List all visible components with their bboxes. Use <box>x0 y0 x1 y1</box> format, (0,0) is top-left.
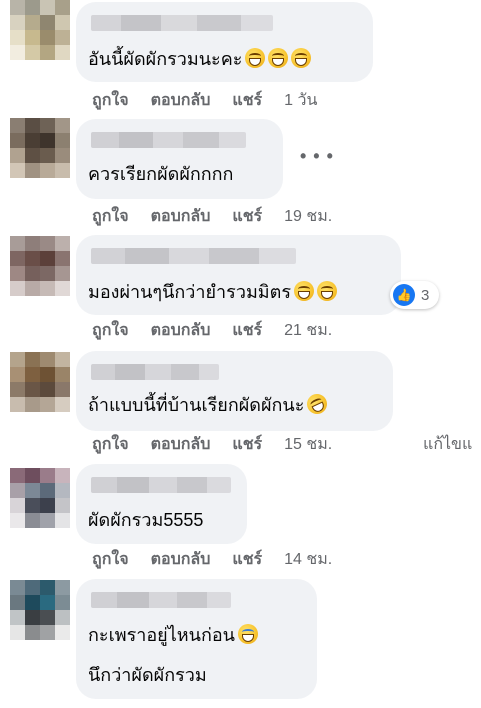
comment-actions: ถูกใจ ตอบกลับ แชร์ 1 วัน <box>92 90 317 112</box>
share-link[interactable]: แชร์ <box>232 436 262 453</box>
timestamp[interactable]: 14 ชม. <box>284 551 332 568</box>
comment-bubble: กะเพราอยู่ไหนก่อน นึกว่าผัดผักรวม <box>76 579 317 699</box>
edit-history-link[interactable]: แก้ไขแ <box>423 434 472 456</box>
reaction-count: 3 <box>421 286 430 304</box>
comment-actions: ถูกใจ ตอบกลับ แชร์ 19 ชม. <box>92 206 332 228</box>
comment-bubble: ผัดผักรวม5555 <box>76 464 247 544</box>
like-link[interactable]: ถูกใจ <box>92 436 129 453</box>
comment-actions: ถูกใจ ตอบกลับ แชร์ 21 ชม. <box>92 320 332 342</box>
reply-link[interactable]: ตอบกลับ <box>151 92 211 109</box>
avatar[interactable] <box>10 468 70 528</box>
avatar[interactable] <box>10 236 70 296</box>
author-name-blurred[interactable] <box>91 132 246 148</box>
author-name-blurred[interactable] <box>91 15 273 31</box>
comment-text: ผัดผักรวม5555 <box>88 510 204 530</box>
grin-icon <box>294 281 315 301</box>
avatar[interactable] <box>10 118 70 178</box>
comment-actions: ถูกใจ ตอบกลับ แชร์ 14 ชม. <box>92 549 332 571</box>
comment-text-line-2: นึกว่าผัดผักรวม <box>88 665 207 685</box>
laugh-cry-icon <box>237 624 258 644</box>
timestamp[interactable]: 1 วัน <box>284 92 317 109</box>
comment-bubble: ควรเรียกผัดผักกกก <box>76 119 283 199</box>
comment-actions: ถูกใจ ตอบกลับ แชร์ 15 ชม. แก้ไขแ <box>92 434 481 456</box>
grin-icon <box>291 48 312 68</box>
comment-text: อันนี้ผัดผักรวมนะคะ <box>88 48 312 70</box>
like-link[interactable]: ถูกใจ <box>92 322 129 339</box>
like-link[interactable]: ถูกใจ <box>92 208 129 225</box>
reaction-summary[interactable]: 👍 3 <box>390 281 440 309</box>
reply-link[interactable]: ตอบกลับ <box>151 551 211 568</box>
avatar[interactable] <box>10 580 70 640</box>
comment-bubble: มองผ่านๆนึกว่ายำรวมมิตร <box>76 235 401 315</box>
share-link[interactable]: แชร์ <box>232 92 262 109</box>
share-link[interactable]: แชร์ <box>232 551 262 568</box>
reply-link[interactable]: ตอบกลับ <box>151 208 211 225</box>
comment-text: ถ้าแบบนี้ที่บ้านเรียกผัดผักนะ <box>88 390 331 418</box>
reply-link[interactable]: ตอบกลับ <box>151 322 211 339</box>
comment-bubble: อันนี้ผัดผักรวมนะคะ <box>76 2 373 82</box>
grin-icon <box>245 48 266 68</box>
like-link[interactable]: ถูกใจ <box>92 551 129 568</box>
timestamp[interactable]: 15 ชม. <box>284 436 332 453</box>
avatar[interactable] <box>10 352 70 412</box>
comment-text: มองผ่านๆนึกว่ายำรวมมิตร <box>88 281 338 303</box>
comment-text: กะเพราอยู่ไหนก่อน <box>88 624 258 646</box>
comment-bubble: ถ้าแบบนี้ที่บ้านเรียกผัดผักนะ <box>76 351 393 431</box>
share-link[interactable]: แชร์ <box>232 322 262 339</box>
comment-text: ควรเรียกผัดผักกกก <box>88 164 234 184</box>
like-link[interactable]: ถูกใจ <box>92 92 129 109</box>
like-icon: 👍 <box>393 284 415 306</box>
author-name-blurred[interactable] <box>91 592 231 608</box>
author-name-blurred[interactable] <box>91 364 219 380</box>
author-name-blurred[interactable] <box>91 248 296 264</box>
author-name-blurred[interactable] <box>91 477 231 493</box>
share-link[interactable]: แชร์ <box>232 208 262 225</box>
timestamp[interactable]: 21 ชม. <box>284 322 332 339</box>
grin-icon <box>317 281 338 301</box>
comment-thread: อันนี้ผัดผักรวมนะคะ ถูกใจ ตอบกลับ แชร์ 1 วั… <box>0 0 481 708</box>
avatar[interactable] <box>10 0 70 60</box>
more-options-icon[interactable]: • • • <box>300 146 334 167</box>
rofl-icon <box>304 390 331 418</box>
reply-link[interactable]: ตอบกลับ <box>151 436 211 453</box>
grin-icon <box>268 48 289 68</box>
timestamp[interactable]: 19 ชม. <box>284 208 332 225</box>
